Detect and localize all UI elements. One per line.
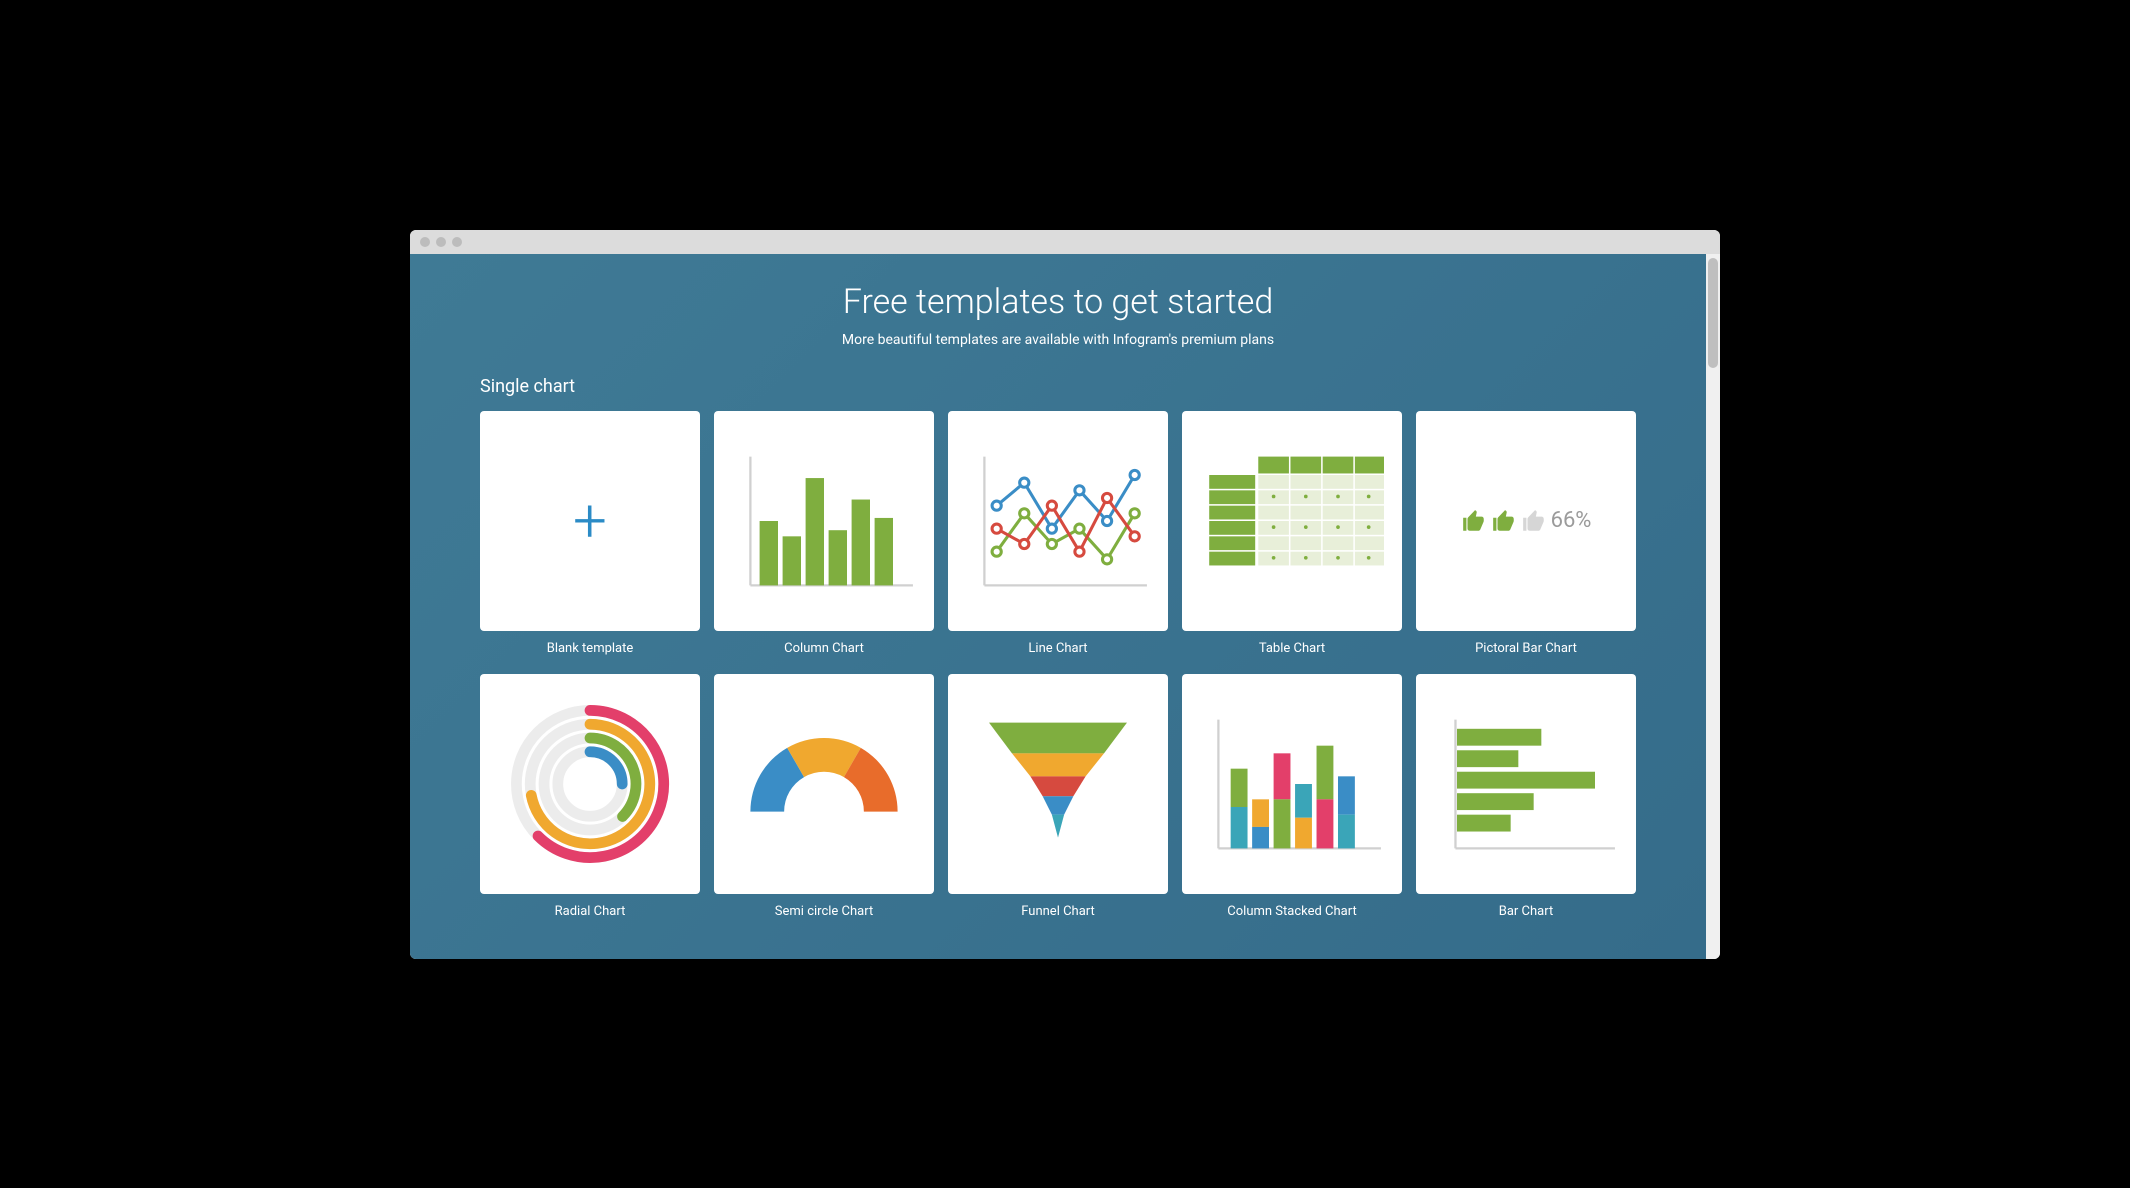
page-title: Free templates to get started	[480, 282, 1636, 322]
column-chart-icon	[732, 429, 916, 613]
template-item: Funnel Chart	[948, 674, 1168, 919]
template-item: Column Chart	[714, 411, 934, 656]
traffic-light-close[interactable]	[420, 237, 430, 247]
template-item: + Blank template	[480, 411, 700, 656]
template-label: Pictoral Bar Chart	[1475, 641, 1577, 656]
template-card-stacked[interactable]	[1182, 674, 1402, 894]
content-area: Free templates to get started More beaut…	[410, 254, 1706, 959]
template-label: Blank template	[547, 641, 634, 656]
template-label: Table Chart	[1259, 641, 1325, 656]
template-label: Line Chart	[1028, 641, 1087, 656]
template-label: Semi circle Chart	[775, 904, 873, 919]
traffic-light-maximize[interactable]	[452, 237, 462, 247]
stacked-column-chart-icon	[1200, 692, 1384, 876]
table-chart-icon	[1200, 429, 1384, 613]
template-card-blank[interactable]: +	[480, 411, 700, 631]
template-grid: + Blank template	[480, 411, 1636, 919]
template-card-pictoral[interactable]: 66%	[1416, 411, 1636, 631]
template-card-radial[interactable]	[480, 674, 700, 894]
browser-window: Free templates to get started More beaut…	[410, 230, 1720, 959]
template-label: Radial Chart	[555, 904, 626, 919]
template-label: Column Chart	[784, 641, 864, 656]
thumbs-up-icon	[1521, 508, 1547, 534]
template-card-column[interactable]	[714, 411, 934, 631]
funnel-chart-icon	[966, 692, 1150, 876]
template-item: Line Chart	[948, 411, 1168, 656]
template-item: Radial Chart	[480, 674, 700, 919]
radial-chart-icon	[498, 692, 682, 876]
bar-chart-icon	[1434, 692, 1618, 876]
section-title: Single chart	[480, 376, 1636, 397]
vertical-scrollbar[interactable]	[1706, 254, 1720, 959]
template-card-bar[interactable]	[1416, 674, 1636, 894]
pictoral-bar-icon: 66%	[1461, 508, 1592, 534]
template-label: Column Stacked Chart	[1227, 904, 1356, 919]
thumbs-up-icon	[1491, 508, 1517, 534]
template-item: Table Chart	[1182, 411, 1402, 656]
plus-icon: +	[573, 491, 607, 551]
page-subtitle: More beautiful templates are available w…	[480, 332, 1636, 348]
traffic-light-minimize[interactable]	[436, 237, 446, 247]
pictoral-percent: 66%	[1551, 508, 1592, 533]
scrollbar-thumb[interactable]	[1708, 258, 1718, 368]
template-item: Column Stacked Chart	[1182, 674, 1402, 919]
template-item: Bar Chart	[1416, 674, 1636, 919]
template-card-funnel[interactable]	[948, 674, 1168, 894]
template-item: 66% Pictoral Bar Chart	[1416, 411, 1636, 656]
template-card-table[interactable]	[1182, 411, 1402, 631]
window-titlebar	[410, 230, 1720, 254]
thumbs-up-icon	[1461, 508, 1487, 534]
semi-circle-chart-icon	[732, 692, 916, 876]
template-card-line[interactable]	[948, 411, 1168, 631]
line-chart-icon	[966, 429, 1150, 613]
template-label: Bar Chart	[1499, 904, 1553, 919]
template-label: Funnel Chart	[1021, 904, 1095, 919]
template-item: Semi circle Chart	[714, 674, 934, 919]
template-card-semicircle[interactable]	[714, 674, 934, 894]
viewport: Free templates to get started More beaut…	[410, 254, 1720, 959]
